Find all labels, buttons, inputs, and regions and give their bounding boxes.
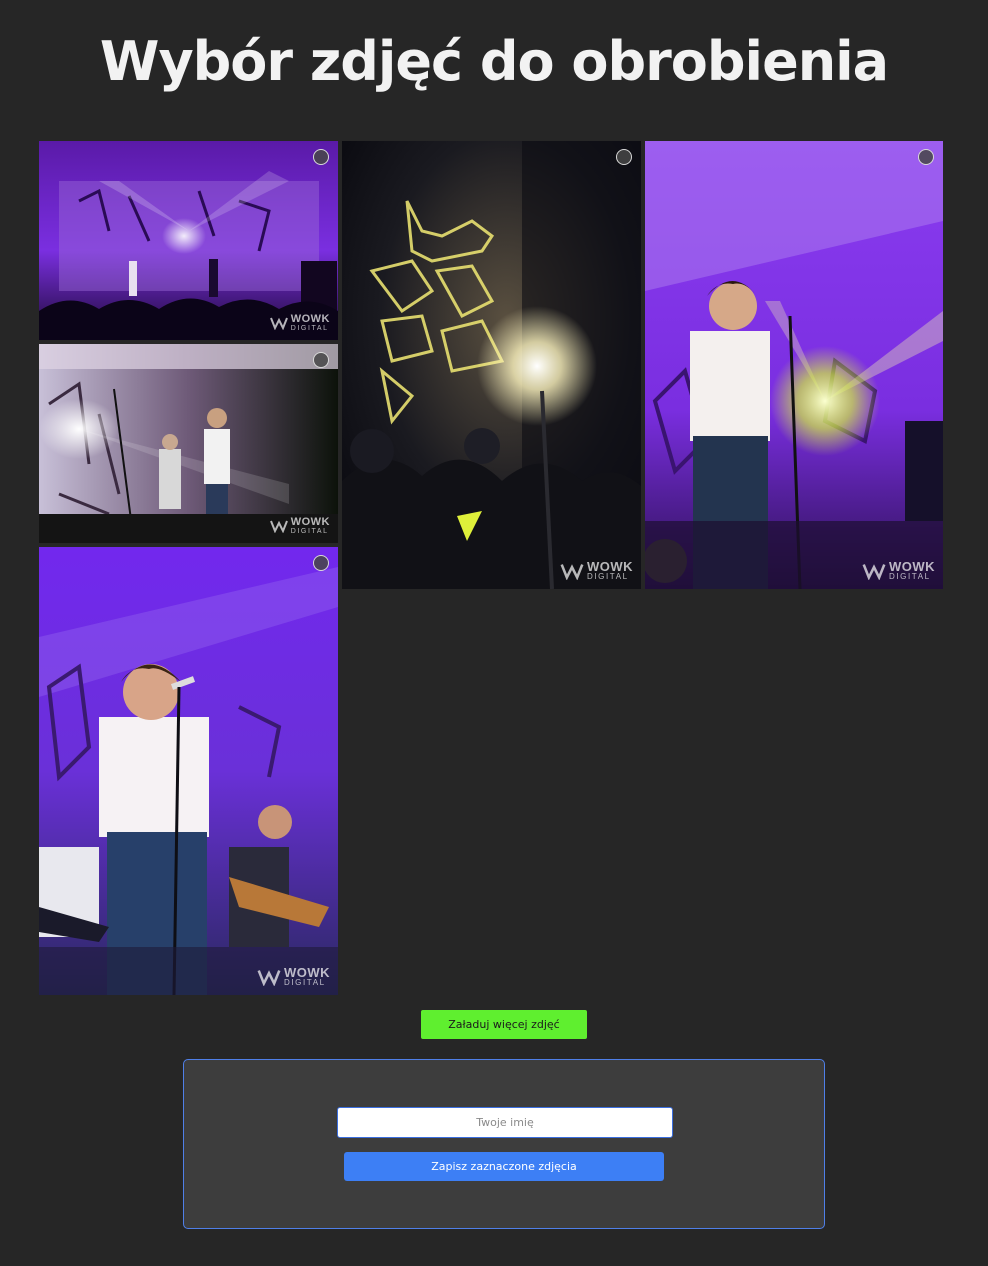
watermark-sub: DIGITAL bbox=[290, 528, 329, 535]
photo-image bbox=[39, 344, 338, 543]
photo-image bbox=[39, 141, 338, 340]
wowk-logo-icon bbox=[269, 317, 288, 330]
select-checkbox[interactable] bbox=[616, 149, 632, 165]
load-more-button[interactable]: Załaduj więcej zdjęć bbox=[421, 1010, 587, 1039]
watermark-sub: DIGITAL bbox=[283, 978, 326, 987]
photo-image bbox=[645, 141, 943, 589]
watermark-main: WOWK bbox=[290, 516, 330, 528]
watermark-sub: DIGITAL bbox=[586, 572, 629, 581]
wowk-logo-icon bbox=[257, 969, 281, 986]
photo-tile-1[interactable]: WOWK DIGITAL bbox=[39, 141, 338, 340]
watermark: WOWK DIGITAL bbox=[269, 313, 330, 332]
page-title: Wybór zdjęć do obrobienia bbox=[99, 30, 889, 93]
wowk-logo-icon bbox=[862, 563, 886, 580]
photo-tile-4[interactable]: WOWK DIGITAL bbox=[39, 344, 338, 543]
select-checkbox[interactable] bbox=[918, 149, 934, 165]
watermark: WOWK DIGITAL bbox=[269, 516, 330, 535]
select-checkbox[interactable] bbox=[313, 555, 329, 571]
photo-selection-page: Wybór zdjęć do obrobienia WOWK DIGITAL W… bbox=[0, 0, 988, 1266]
photo-image bbox=[39, 547, 338, 995]
save-selection-panel: Zapisz zaznaczone zdjęcia bbox=[183, 1059, 825, 1229]
watermark: WOWK DIGITAL bbox=[257, 966, 330, 987]
watermark: WOWK DIGITAL bbox=[862, 560, 935, 581]
wowk-logo-icon bbox=[560, 563, 584, 580]
photo-image bbox=[342, 141, 641, 589]
photo-tile-3[interactable]: WOWK DIGITAL bbox=[645, 141, 943, 589]
watermark: WOWK DIGITAL bbox=[560, 560, 633, 581]
save-selected-photos-button[interactable]: Zapisz zaznaczone zdjęcia bbox=[344, 1152, 664, 1181]
select-checkbox[interactable] bbox=[313, 149, 329, 165]
photo-tile-5[interactable]: WOWK DIGITAL bbox=[39, 547, 338, 995]
wowk-logo-icon bbox=[269, 520, 288, 533]
name-input[interactable] bbox=[337, 1107, 673, 1138]
select-checkbox[interactable] bbox=[313, 352, 329, 368]
watermark-sub: DIGITAL bbox=[888, 572, 931, 581]
watermark-main: WOWK bbox=[290, 313, 330, 325]
photo-tile-2[interactable]: WOWK DIGITAL bbox=[342, 141, 641, 589]
watermark-sub: DIGITAL bbox=[290, 325, 329, 332]
